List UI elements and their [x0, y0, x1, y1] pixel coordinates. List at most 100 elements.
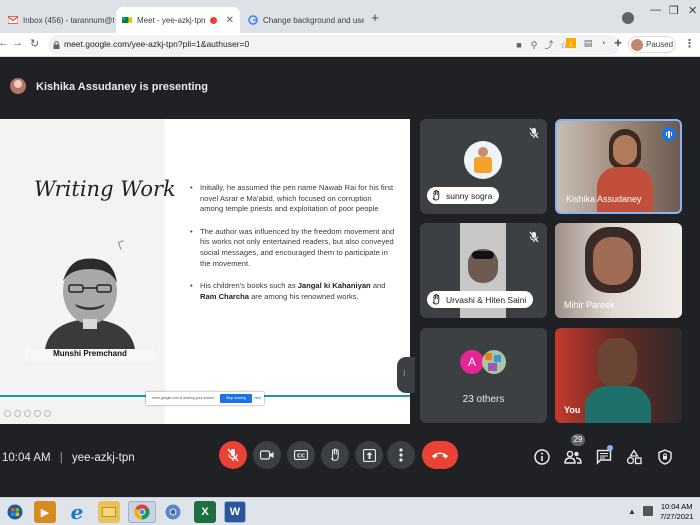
more-options-button[interactable] [387, 441, 415, 469]
participant-tile[interactable]: sunny sogra [420, 119, 547, 214]
close-window-icon[interactable]: ✕ [688, 4, 697, 17]
raise-hand-icon [432, 190, 440, 201]
host-controls-button[interactable] [655, 447, 675, 467]
browser-toolbar: ← → ↻ meet.google.com/yee-azkj-tpn?pli=1… [0, 33, 700, 57]
restore-icon[interactable]: ❐ [669, 4, 679, 17]
raise-hand-icon [330, 448, 339, 461]
present-screen-button[interactable] [355, 441, 383, 469]
participant-tile-speaking[interactable]: Kishika Assudaney [555, 119, 682, 214]
tab-meet[interactable]: Meet - yee-azkj-tpn ✕ [116, 7, 240, 33]
windows-start-icon[interactable] [4, 501, 26, 523]
meeting-time: 10:04 AM [2, 452, 51, 464]
microphone-toggle-button[interactable] [219, 441, 247, 469]
reload-icon[interactable]: ↻ [30, 37, 39, 50]
chrome-canary-icon[interactable] [162, 501, 184, 523]
system-clock[interactable]: 10:04 AM 7/27/2021 [660, 502, 693, 522]
captions-button[interactable]: CC [287, 441, 315, 469]
word-icon[interactable]: W [224, 501, 246, 523]
presenter-avatar [10, 78, 26, 94]
activities-shapes-icon [626, 449, 642, 465]
media-player-icon[interactable]: ▶ [34, 501, 56, 523]
participant-tile[interactable]: Urvashi & Hiten Saini [420, 223, 547, 318]
back-icon[interactable]: ← [0, 37, 9, 49]
activities-button[interactable] [624, 447, 644, 467]
edge-icon[interactable]: e [66, 500, 88, 524]
chat-icon [596, 449, 612, 465]
tab-label: Change background and use eff... [263, 15, 364, 25]
end-call-icon [432, 452, 448, 459]
tab-google-help[interactable]: Change background and use eff... ✕ [242, 7, 364, 33]
slide-title: Writing Work [34, 177, 176, 201]
screen-sharing-banner: meet.google.com is sharing your screen. … [146, 392, 264, 405]
raise-hand-button[interactable] [321, 441, 349, 469]
bold-title: Jangal ki Kahaniyan [297, 281, 371, 291]
share-icon[interactable]: ⤴ [544, 40, 554, 50]
meeting-details-button[interactable] [532, 447, 552, 467]
sharing-notice-text: meet.google.com is sharing your screen. [152, 396, 216, 400]
presentation-slide: Writing Work Munshi Premchand Initially,… [0, 119, 410, 424]
speaking-indicator-icon [662, 127, 676, 141]
meeting-controls-bar: 10:04 AM | yee-azkj-tpn CC 29 [0, 425, 700, 497]
avatar [464, 141, 502, 179]
network-icon[interactable] [643, 506, 653, 516]
participants-button[interactable]: 29 [563, 434, 585, 467]
info-icon [534, 449, 550, 465]
camera-in-use-icon[interactable]: ■ [514, 40, 524, 50]
file-explorer-icon[interactable] [98, 501, 120, 523]
tab-label: Inbox (456) - tarannum@theindi... [23, 15, 114, 25]
participant-name: Mihir Pareek [564, 300, 615, 310]
others-tile[interactable]: A 23 others [420, 328, 547, 423]
more-vert-icon [399, 448, 403, 462]
browser-menu-icon[interactable]: ⋮ [684, 37, 695, 50]
profile-paused-button[interactable]: Paused [628, 36, 676, 53]
gmail-icon [8, 16, 18, 24]
minimize-icon[interactable]: — [650, 4, 661, 16]
svg-text:CC: CC [297, 453, 305, 459]
recording-indicator-icon [210, 16, 218, 24]
tab-search-icon[interactable] [622, 12, 634, 24]
closed-captions-icon: CC [294, 450, 308, 460]
lock-icon [53, 41, 60, 49]
tray-expand-icon[interactable]: ▲ [628, 507, 636, 516]
extensions-puzzle-icon[interactable]: ✚ [613, 38, 623, 48]
address-bar[interactable]: meet.google.com/yee-azkj-tpn?pli=1&authu… [48, 35, 620, 55]
mic-off-icon [664, 231, 674, 243]
extension-icon[interactable]: ◔ [598, 38, 608, 48]
people-icon [564, 450, 582, 464]
participant-video-person [597, 338, 637, 388]
excel-icon[interactable]: X [194, 501, 216, 523]
meeting-info: 10:04 AM | yee-azkj-tpn [2, 452, 135, 464]
tab-inbox[interactable]: Inbox (456) - tarannum@theindi... ✕ [2, 7, 114, 33]
presenter-text: Kishika Assudaney is presenting [36, 81, 208, 93]
participant-name-pill: Urvashi & Hiten Saini [427, 291, 534, 308]
participant-count-badge: 29 [571, 434, 585, 446]
shield-lock-icon [658, 449, 672, 465]
self-view-tile[interactable]: You [555, 328, 682, 423]
bullet-item: Initially, he assumed the pen name Nawab… [190, 183, 395, 215]
camera-toggle-button[interactable] [253, 441, 281, 469]
extension-icon[interactable]: ▤ [583, 38, 593, 48]
chat-button[interactable] [594, 445, 614, 467]
slide-expand-handle[interactable]: ⁝ [397, 357, 415, 393]
new-tab-button[interactable]: + [368, 11, 382, 25]
bullet-item: His children's books such as Jangal ki K… [190, 281, 395, 302]
end-call-button[interactable] [422, 441, 458, 469]
hide-banner-button[interactable]: Hide [254, 396, 261, 400]
avatar: A [460, 350, 484, 374]
raise-hand-icon [432, 294, 440, 305]
participant-name: Kishika Assudaney [566, 194, 642, 204]
participant-tile[interactable]: Mihir Pareek [555, 223, 682, 318]
forward-icon[interactable]: → [12, 37, 23, 49]
close-tab-icon[interactable]: ✕ [222, 15, 234, 26]
zoom-icon[interactable]: ⚲ [529, 40, 539, 50]
mic-off-icon [529, 231, 539, 243]
extension-download-icon[interactable]: ↓ [566, 38, 576, 48]
avatar [482, 350, 506, 374]
clock-date: 7/27/2021 [660, 512, 694, 521]
browser-tab-strip: Inbox (456) - tarannum@theindi... ✕ Meet… [0, 0, 700, 33]
mic-off-icon [227, 448, 239, 462]
stop-sharing-button[interactable]: Stop sharing [220, 394, 252, 403]
chrome-icon[interactable] [128, 501, 156, 523]
bullet-item: The author was influenced by the freedom… [190, 227, 395, 269]
google-icon [248, 15, 258, 25]
